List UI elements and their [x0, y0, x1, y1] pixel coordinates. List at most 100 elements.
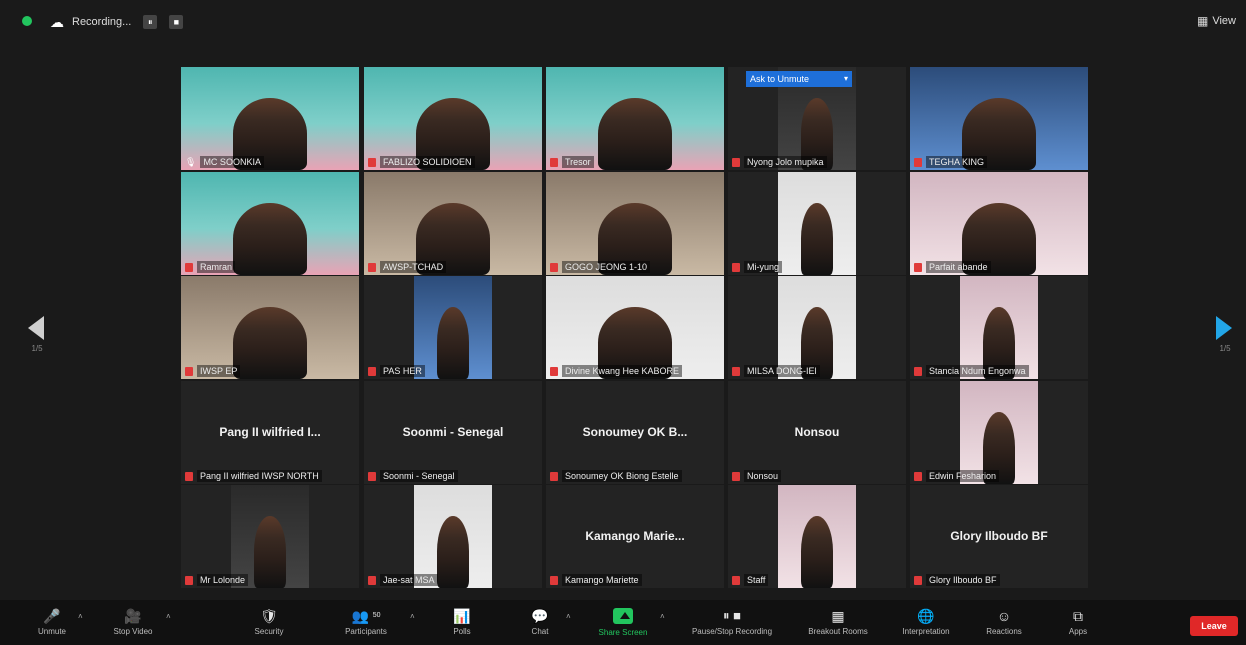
- ask-to-unmute-button[interactable]: Ask to Unmute: [746, 71, 840, 87]
- share-screen-button[interactable]: Share Screen: [590, 600, 656, 645]
- participant-tile[interactable]: Mi-yung: [728, 172, 906, 275]
- participant-tile[interactable]: Staff: [728, 485, 906, 588]
- leave-button[interactable]: Leave: [1190, 616, 1238, 636]
- next-page-button[interactable]: 1/5: [1216, 316, 1234, 353]
- mic-muted-icon: 🎤: [43, 608, 61, 624]
- participant-tile[interactable]: PAS HER: [364, 276, 542, 379]
- share-options-caret-icon[interactable]: ˄: [660, 612, 665, 621]
- participant-namebar: Mi-yung: [728, 259, 783, 275]
- mic-muted-icon: [914, 471, 922, 481]
- participant-namebar: Edwin Fesharion: [910, 468, 1000, 484]
- participant-tile[interactable]: Kamango Marie... Kamango Mariette: [546, 485, 724, 588]
- stop-icon: ■: [733, 608, 741, 623]
- participant-tile[interactable]: 🎙 MC SOONKIA: [181, 67, 359, 170]
- participant-tile[interactable]: Soonmi - Senegal Soonmi - Senegal: [364, 381, 542, 484]
- participant-namebar: Divine Kwang Hee KABORE: [546, 363, 683, 379]
- participant-tile[interactable]: Nyong Jolo mupika Ask to Unmute ▾: [728, 67, 906, 170]
- participant-tile[interactable]: Nonsou Nonsou: [728, 381, 906, 484]
- participant-name: PAS HER: [380, 365, 425, 377]
- recording-label: Recording...: [72, 16, 132, 28]
- chat-button[interactable]: 💬 Chat: [522, 600, 558, 645]
- breakout-rooms-label: Breakout Rooms: [808, 627, 868, 636]
- ask-to-unmute-caret-icon[interactable]: ▾: [840, 71, 852, 87]
- participant-display-name: Kamango Marie...: [585, 529, 685, 543]
- participant-name: Sonoumey OK Biong Estelle: [562, 470, 682, 482]
- apps-label: Apps: [1068, 627, 1088, 636]
- unmute-button[interactable]: 🎤 Unmute: [28, 600, 76, 645]
- participant-namebar: Soonmi - Senegal: [364, 468, 458, 484]
- mic-muted-icon: [914, 575, 922, 585]
- participants-options-caret-icon[interactable]: ˄: [410, 612, 415, 621]
- participant-tile[interactable]: Stancia Ndum Engonwa: [910, 276, 1088, 379]
- reactions-button[interactable]: ☺ Reactions: [976, 600, 1032, 645]
- participant-tile[interactable]: FABLIZO SOLIDIOEN: [364, 67, 542, 170]
- apps-icon: ⧉: [1073, 608, 1083, 624]
- participant-namebar: IWSP EP: [181, 363, 241, 379]
- stop-recording-button[interactable]: ■: [169, 15, 184, 29]
- mic-muted-icon: [550, 262, 558, 272]
- participants-button[interactable]: 👥 50 Participants: [334, 600, 398, 645]
- unmute-label: Unmute: [37, 627, 66, 636]
- meeting-toolbar: 🎤 Unmute ˄ 🎥 Stop Video ˄ 🛡 Security 👥 5…: [0, 600, 1246, 645]
- polls-button[interactable]: 📊 Polls: [444, 600, 480, 645]
- stop-video-button[interactable]: 🎥 Stop Video: [104, 600, 162, 645]
- grid-icon: ▦: [831, 608, 845, 624]
- cloud-icon: ☁: [50, 14, 64, 30]
- pause-recording-button[interactable]: ⏸: [143, 15, 158, 29]
- participant-tile[interactable]: Ramran: [181, 172, 359, 275]
- mic-muted-icon: [550, 575, 558, 585]
- participant-namebar: GOGO JEONG 1-10: [546, 259, 651, 275]
- participant-namebar: MILSA DONG-IEl: [728, 363, 820, 379]
- pause-icon: ⏸: [723, 608, 730, 623]
- mic-icon: 🎙: [185, 156, 197, 167]
- participant-tile[interactable]: TEGHA KING: [910, 67, 1088, 170]
- participant-tile[interactable]: Sonoumey OK B... Sonoumey OK Biong Estell…: [546, 381, 724, 484]
- view-label: View: [1212, 15, 1236, 27]
- participant-tile[interactable]: IWSP EP: [181, 276, 359, 379]
- chat-options-caret-icon[interactable]: ˄: [566, 612, 571, 621]
- participant-namebar: Ramran: [181, 259, 236, 275]
- participant-tile[interactable]: Divine Kwang Hee KABORE: [546, 276, 724, 379]
- unmute-options-caret-icon[interactable]: ˄: [78, 612, 83, 621]
- mic-muted-icon: [914, 366, 922, 376]
- recording-indicator[interactable]: ☁ Recording... ⏸ ■: [50, 10, 210, 34]
- globe-icon: 🌐: [917, 608, 935, 624]
- participant-tile[interactable]: Edwin Fesharion: [910, 381, 1088, 484]
- mic-muted-icon: [732, 366, 740, 376]
- mic-muted-icon: [914, 262, 922, 272]
- view-button[interactable]: ▦ View: [1197, 14, 1236, 28]
- participant-tile[interactable]: Jae-sat MSA: [364, 485, 542, 588]
- participant-tile[interactable]: Parfait abande: [910, 172, 1088, 275]
- mic-muted-icon: [914, 157, 922, 167]
- participant-tile[interactable]: Mr Lolonde: [181, 485, 359, 588]
- mic-muted-icon: [185, 471, 193, 481]
- participant-tile[interactable]: GOGO JEONG 1-10: [546, 172, 724, 275]
- breakout-rooms-button[interactable]: ▦ Breakout Rooms: [796, 600, 880, 645]
- participant-tile[interactable]: Glory Ilboudo BF Glory Ilboudo BF: [910, 485, 1088, 588]
- participant-tile[interactable]: Tresor: [546, 67, 724, 170]
- participant-name: MC SOONKIA: [200, 156, 264, 168]
- participant-name: Mi-yung: [744, 261, 783, 273]
- security-button[interactable]: 🛡 Security: [244, 600, 294, 645]
- participant-tile[interactable]: Pang II wilfried I... Pang II wilfried IW…: [181, 381, 359, 484]
- share-screen-label: Share Screen: [598, 628, 648, 637]
- participants-count: 50: [372, 612, 381, 619]
- mic-muted-icon: [550, 157, 558, 167]
- interpretation-button[interactable]: 🌐 Interpretation: [888, 600, 964, 645]
- participant-display-name: Nonsou: [794, 425, 840, 439]
- participant-name: Divine Kwang Hee KABORE: [562, 365, 683, 377]
- participant-name: Jae-sat MSA: [380, 574, 438, 586]
- pause-stop-recording-button[interactable]: ⏸ ■ Pause/Stop Recording: [676, 600, 788, 645]
- participant-name: Kamango Mariette: [562, 574, 642, 586]
- participant-tile[interactable]: AWSP-TCHAD: [364, 172, 542, 275]
- mic-muted-icon: [185, 575, 193, 585]
- mic-muted-icon: [368, 262, 376, 272]
- video-options-caret-icon[interactable]: ˄: [166, 612, 171, 621]
- participant-name: Nyong Jolo mupika: [744, 156, 827, 168]
- prev-page-button[interactable]: 1/5: [28, 316, 46, 353]
- apps-button[interactable]: ⧉ Apps: [1058, 600, 1098, 645]
- pause-stop-recording-icon: ⏸ ■: [712, 609, 752, 623]
- participant-tile[interactable]: MILSA DONG-IEl: [728, 276, 906, 379]
- participant-namebar: Nyong Jolo mupika: [728, 154, 827, 170]
- chat-icon: 💬: [531, 608, 549, 624]
